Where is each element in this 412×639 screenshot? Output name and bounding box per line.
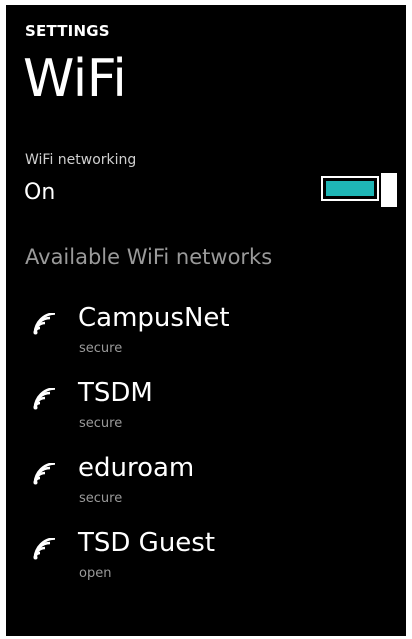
network-name: TSDM [78,378,153,408]
network-security: secure [79,341,123,356]
network-name: CampusNet [78,303,230,333]
network-item-tsdm[interactable]: TSDM secure [6,378,406,453]
wifi-toggle-caption: WiFi networking [25,152,137,168]
network-item-tsd-guest[interactable]: TSD Guest open [6,528,406,603]
available-networks-header: Available WiFi networks [25,245,273,269]
network-security: secure [79,491,123,506]
network-name: eduroam [78,453,195,483]
phone-screen: SETTINGS WiFi WiFi networking On Availab… [6,5,406,636]
wifi-signal-icon [33,313,56,335]
wifi-signal-icon [33,538,56,560]
network-item-campusnet[interactable]: CampusNet secure [6,303,406,378]
wifi-signal-icon [33,388,56,410]
network-item-eduroam[interactable]: eduroam secure [6,453,406,528]
wifi-toggle-switch[interactable] [321,173,399,207]
wifi-signal-icon [33,463,56,485]
network-name: TSD Guest [78,528,216,558]
toggle-fill [326,181,374,196]
wifi-toggle-state: On [24,180,56,205]
settings-label: SETTINGS [25,22,110,40]
toggle-thumb[interactable] [381,173,397,207]
network-security: open [79,566,112,581]
network-list: CampusNet secure TSDM secure eduroam sec… [6,303,406,603]
page-title: WiFi [23,49,127,109]
toggle-track [321,176,379,201]
network-security: secure [79,416,123,431]
